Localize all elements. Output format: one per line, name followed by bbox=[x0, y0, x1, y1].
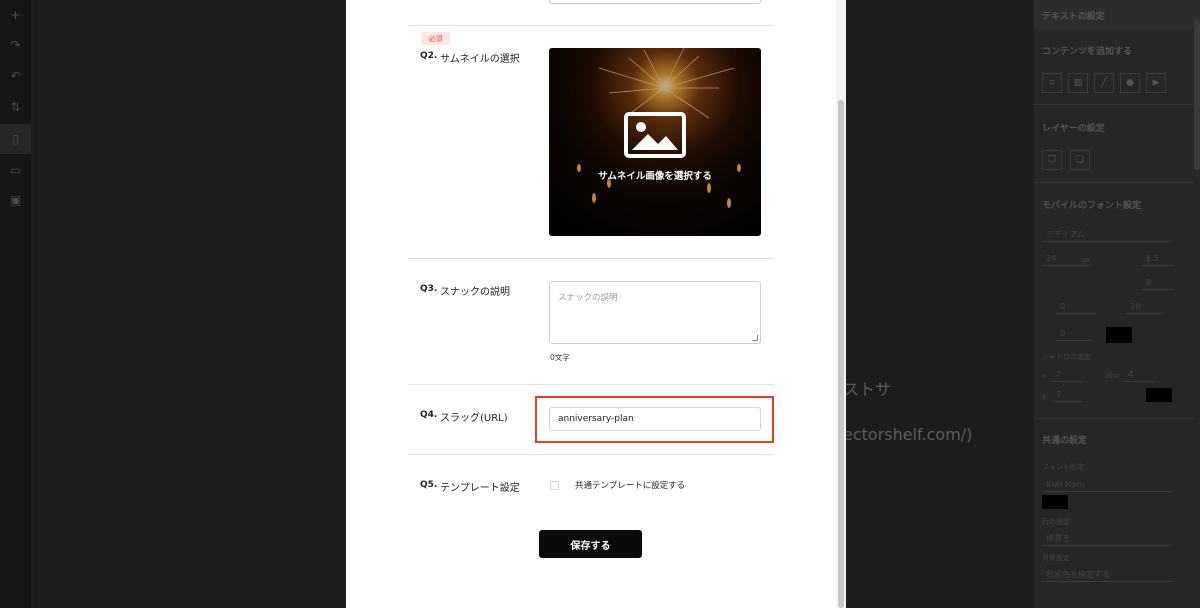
q2-label: サムネイルの選択 bbox=[440, 54, 520, 65]
divider bbox=[1034, 182, 1194, 183]
border-color-swatch[interactable] bbox=[1106, 327, 1132, 343]
writing-mode-select[interactable]: 横書き bbox=[1042, 532, 1172, 546]
row-divider bbox=[408, 258, 774, 259]
bg-setting-label: 背景設定 bbox=[1042, 554, 1070, 562]
shadow-blur-input[interactable]: 4 bbox=[1124, 368, 1154, 382]
thumbnail-select-text: サムネイル画像を選択する bbox=[598, 171, 712, 182]
q5-number: Q5. bbox=[420, 480, 438, 490]
row-divider bbox=[408, 454, 774, 455]
add-content-title: コンテンツを追加する bbox=[1042, 47, 1133, 57]
font-color-swatch[interactable] bbox=[1042, 495, 1068, 509]
image-placeholder-icon bbox=[624, 112, 686, 158]
q4-number: Q4. bbox=[420, 410, 438, 420]
canvas-text-1: ストサ bbox=[843, 380, 892, 399]
shadow-y-label: y bbox=[1042, 392, 1047, 400]
description-placeholder: スナックの説明 bbox=[558, 293, 618, 303]
bg-select[interactable]: 背景色を指定する bbox=[1042, 568, 1172, 582]
layer-back-icon[interactable]: ❏ bbox=[1070, 150, 1090, 170]
radius-input[interactable]: 20 bbox=[1126, 300, 1164, 314]
shadow-x-input[interactable]: 7 bbox=[1052, 368, 1082, 382]
q4-label: スラッグ(URL) bbox=[440, 413, 508, 424]
save-glyph: ▣ bbox=[9, 193, 22, 207]
font-size-unit: px bbox=[1082, 256, 1091, 264]
mobile-font-title: モバイルのフォント設定 bbox=[1042, 201, 1142, 211]
font-setting-label: フォント設定 bbox=[1042, 463, 1084, 471]
font-weight-select[interactable]: ミディアム bbox=[1042, 228, 1172, 242]
template-checkbox-label[interactable]: 共通テンプレートに設定する bbox=[575, 479, 685, 491]
char-count: 0文字 bbox=[550, 353, 570, 362]
border-width-input[interactable]: 0 bbox=[1056, 327, 1092, 341]
undo-icon[interactable]: ↶ bbox=[0, 61, 31, 91]
previous-field-bottom bbox=[549, 0, 761, 4]
sort-glyph: ⇅ bbox=[10, 100, 21, 114]
row-divider bbox=[408, 384, 774, 385]
modal-scrollbar-thumb[interactable] bbox=[838, 100, 844, 608]
mobile-icon[interactable]: ▯ bbox=[0, 124, 31, 154]
map-pin-icon[interactable]: ● bbox=[1120, 73, 1140, 93]
panel-scrollbar[interactable] bbox=[1194, 20, 1200, 170]
right-settings-panel: テキストの設定 コンテンツを追加する ⌗ ▨ ╱ ● ▶ レイヤーの設定 ❐ ❏… bbox=[1034, 0, 1200, 608]
shadow-color-swatch[interactable] bbox=[1146, 388, 1172, 402]
rotation-input[interactable]: 0 bbox=[1056, 300, 1096, 314]
shadow-x-label: x bbox=[1042, 372, 1047, 380]
shadow-y-input[interactable]: 7 bbox=[1052, 388, 1082, 402]
frame-icon[interactable]: ⌗ bbox=[1042, 73, 1062, 93]
q3-number: Q3. bbox=[420, 284, 438, 294]
save-icon[interactable]: ▣ bbox=[0, 185, 31, 215]
youtube-icon[interactable]: ▶ bbox=[1146, 73, 1166, 93]
layer-title: レイヤーの設定 bbox=[1042, 124, 1105, 134]
mobile-glyph: ▯ bbox=[12, 132, 19, 146]
required-badge: 必須 bbox=[421, 32, 450, 45]
thumbnail-picker[interactable]: サムネイル画像を選択する bbox=[549, 48, 761, 236]
panel-header: テキストの設定 bbox=[1034, 0, 1200, 30]
divider bbox=[1034, 104, 1194, 105]
line-icon[interactable]: ╱ bbox=[1094, 73, 1114, 93]
line-height-input[interactable]: 1.5 bbox=[1142, 252, 1174, 266]
shadow-title: シャドウの設定 bbox=[1042, 353, 1091, 361]
save-button[interactable]: 保存する bbox=[539, 530, 642, 558]
plus-icon[interactable]: + bbox=[0, 0, 31, 30]
desktop-icon[interactable]: ▭ bbox=[0, 155, 31, 185]
common-settings-title: 共通の設定 bbox=[1042, 436, 1088, 446]
letter-spacing-input[interactable]: 0 bbox=[1142, 276, 1174, 290]
row-divider bbox=[408, 25, 774, 26]
desktop-glyph: ▭ bbox=[9, 163, 22, 177]
row-setting-label: 行の設定 bbox=[1042, 518, 1070, 526]
shadow-blur-label: blur bbox=[1106, 372, 1120, 380]
q5-label: テンプレート設定 bbox=[440, 483, 520, 494]
left-toolbar: + ↷ ↶ ⇅ ▯ ▭ ▣ bbox=[0, 0, 31, 608]
sort-icon[interactable]: ⇅ bbox=[0, 92, 31, 122]
q2-number: Q2. bbox=[420, 51, 438, 61]
undo-glyph: ↶ bbox=[10, 69, 21, 83]
q3-label: スナックの説明 bbox=[440, 287, 510, 298]
redo-icon[interactable]: ↷ bbox=[0, 30, 31, 60]
canvas-text-2: ectorshelf.com/) bbox=[843, 425, 973, 444]
redo-glyph: ↷ bbox=[10, 38, 21, 52]
font-select[interactable]: Kiwi Maru bbox=[1042, 478, 1172, 492]
image-icon[interactable]: ▨ bbox=[1068, 73, 1088, 93]
slug-input[interactable]: anniversary-plan bbox=[549, 407, 761, 431]
layer-front-icon[interactable]: ❐ bbox=[1042, 150, 1062, 170]
description-textarea[interactable]: スナックの説明 bbox=[549, 281, 761, 344]
resize-grip-icon[interactable] bbox=[752, 335, 758, 341]
divider bbox=[1034, 418, 1194, 419]
plus-glyph: + bbox=[10, 8, 21, 22]
template-checkbox[interactable] bbox=[550, 481, 559, 490]
